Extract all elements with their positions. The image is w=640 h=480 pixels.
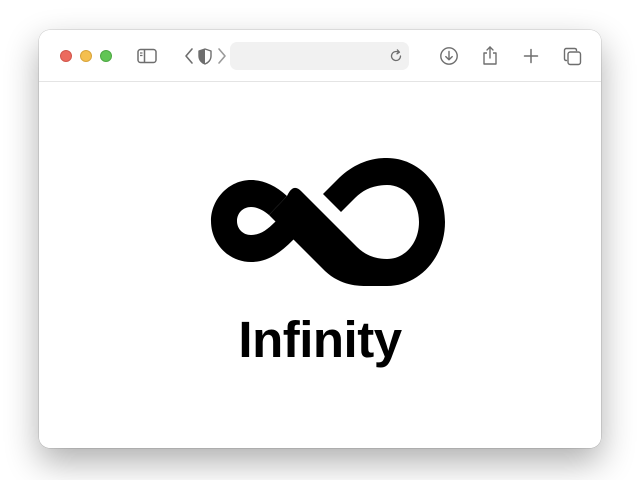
privacy-report-button[interactable]: [197, 46, 213, 66]
back-chevron-icon: [185, 48, 193, 64]
back-button[interactable]: [183, 46, 195, 66]
infinity-icon: [211, 158, 445, 286]
brand-logo: [191, 158, 447, 291]
tab-overview-icon: [563, 47, 581, 65]
browser-toolbar: [39, 30, 601, 82]
sidebar-toggle-icon: [137, 48, 157, 64]
share-icon: [483, 45, 497, 65]
desktop: Infinity: [0, 0, 640, 480]
brand-name: Infinity: [238, 311, 402, 368]
address-bar[interactable]: [230, 42, 409, 70]
tab-overview-button[interactable]: [561, 45, 583, 67]
new-tab-button[interactable]: [521, 46, 541, 66]
page-content: Infinity: [39, 82, 601, 448]
forward-button[interactable]: [216, 46, 228, 66]
window-minimize-button[interactable]: [80, 50, 92, 62]
privacy-shield-icon: [198, 47, 212, 65]
reload-icon: [390, 49, 402, 62]
share-button[interactable]: [480, 44, 500, 66]
browser-window: Infinity: [39, 30, 601, 448]
address-input[interactable]: [240, 42, 380, 70]
new-tab-plus-icon: [523, 48, 539, 64]
downloads-button[interactable]: [438, 45, 460, 67]
reload-button[interactable]: [388, 48, 404, 64]
download-icon: [440, 47, 458, 65]
sidebar-toggle-button[interactable]: [136, 47, 158, 65]
forward-chevron-icon: [218, 48, 226, 64]
window-close-button[interactable]: [60, 50, 72, 62]
window-maximize-button[interactable]: [100, 50, 112, 62]
